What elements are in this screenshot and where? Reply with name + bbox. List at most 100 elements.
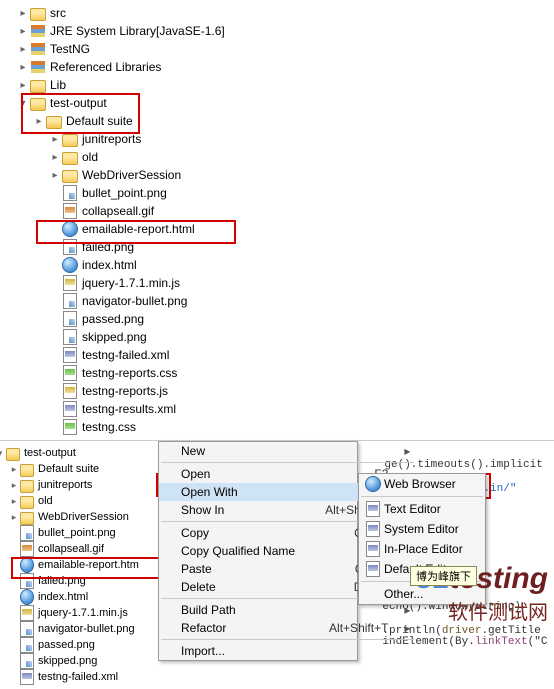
tree-item[interactable]: ·emailable-report.html (0, 220, 554, 238)
tree-label: index.html (37, 591, 88, 603)
tree-item[interactable]: ·testng-failed.xml (0, 346, 554, 364)
context-menu[interactable]: New▸OpenF3Open With▸Show InAlt+Shift+W▸C… (158, 441, 358, 661)
tree-item[interactable]: ·testng-results.xml (0, 400, 554, 418)
tree-item[interactable]: ·collapseall.gif (0, 541, 139, 557)
bottom-panel: ▾test-output▸Default suite▸junitreports▸… (0, 440, 554, 639)
tree-label: testng-reports.css (81, 366, 177, 380)
tree-item[interactable]: ·collapseall.gif (0, 202, 554, 220)
project-tree-bottom[interactable]: ▾test-output▸Default suite▸junitreports▸… (0, 441, 139, 689)
menu-separator (361, 496, 483, 497)
tree-item[interactable]: ·passed.png (0, 637, 139, 653)
submenu-item[interactable]: Other... (359, 584, 485, 604)
library-icon (30, 41, 46, 57)
expand-arrow[interactable]: ▸ (48, 134, 62, 145)
folder-closed-icon (20, 510, 34, 524)
library-icon (30, 59, 46, 75)
menu-item[interactable]: Import... (159, 642, 416, 660)
tree-item[interactable]: ▸ junitreports (0, 477, 139, 493)
folder-closed-icon (30, 5, 46, 21)
expand-arrow[interactable]: ▸ (8, 464, 20, 475)
tree-label: Default suite (65, 114, 133, 128)
tree-item[interactable]: ·bullet_point.png (0, 184, 554, 202)
tree-item[interactable]: ▸junitreports (0, 130, 554, 148)
expand-arrow[interactable]: ▾ (16, 98, 30, 109)
tree-item[interactable]: ▸ src (0, 4, 554, 22)
submenu-label: Text Editor (384, 502, 441, 516)
tree-item[interactable]: ▸Default suite (0, 461, 139, 477)
tree-label: collapseall.gif (37, 543, 104, 555)
tree-item[interactable]: ▸ Default suite (0, 112, 554, 130)
file-css-icon (62, 419, 78, 435)
expand-arrow[interactable]: ▸ (16, 26, 30, 37)
file-gif-icon (62, 203, 78, 219)
tree-item[interactable]: ·skipped.png (0, 653, 139, 669)
browser-icon (62, 221, 78, 237)
tree-item[interactable]: ·testng.css (0, 418, 554, 436)
menu-label: Refactor (159, 619, 315, 637)
menu-label: Open (159, 465, 315, 483)
tree-item[interactable]: ▸WebDriverSession (0, 509, 139, 525)
tree-item[interactable]: ·passed.png (0, 310, 554, 328)
tree-item[interactable]: ·failed.png (0, 573, 139, 589)
file-img-icon (20, 638, 34, 652)
submenu-item[interactable]: In-Place Editor (359, 539, 485, 559)
file-xml-icon (62, 401, 78, 417)
menu-label: Import... (159, 642, 315, 660)
tree-item[interactable]: ·navigator-bullet.png (0, 621, 139, 637)
tree-label: test-output (49, 96, 107, 110)
tree-label: index.html (81, 258, 137, 272)
tree-item[interactable]: ·testng-reports.js (0, 382, 554, 400)
tree-item[interactable]: ▸TestNG (0, 40, 554, 58)
library-icon (30, 23, 46, 39)
tree-item[interactable]: ·emailable-report.htm (0, 557, 139, 573)
menu-item[interactable]: RefactorAlt+Shift+T▸ (159, 619, 416, 637)
expand-arrow[interactable]: ▸ (8, 496, 20, 507)
tree-item[interactable]: ·testng-reports.css (0, 364, 554, 382)
tree-item[interactable]: ·navigator-bullet.png (0, 292, 554, 310)
menu-label: Copy (159, 524, 315, 542)
tree-label: junitreports (37, 479, 92, 491)
menu-label: Paste (159, 560, 315, 578)
expand-arrow[interactable]: ▸ (16, 80, 30, 91)
file-img-icon (62, 185, 78, 201)
expand-arrow[interactable]: ▸ (16, 44, 30, 55)
file-img-icon (62, 239, 78, 255)
tree-item[interactable]: ·index.html (0, 256, 554, 274)
tree-label: testng-results.xml (81, 402, 176, 416)
tree-item[interactable]: ·jquery-1.7.1.min.js (0, 605, 139, 621)
tree-item[interactable]: ·index.html (0, 589, 139, 605)
menu-arrow: ▸ (404, 442, 416, 460)
tree-item[interactable]: ·testng-failed.xml (0, 669, 139, 685)
tree-label: Referenced Libraries (49, 60, 161, 74)
project-tree-top[interactable]: ▸ src ▸JRE System Library [JavaSE-1.6]▸Tes… (0, 0, 554, 440)
tree-item[interactable]: ▸JRE System Library [JavaSE-1.6] (0, 22, 554, 40)
expand-arrow[interactable]: ▸ (8, 512, 20, 523)
menu-label: Delete (159, 578, 315, 596)
expand-arrow[interactable]: ▸ (16, 62, 30, 73)
tree-item[interactable]: ▾ test-output (0, 94, 554, 112)
tree-label: src (49, 6, 66, 20)
submenu-item[interactable]: Text Editor (359, 499, 485, 519)
tree-item[interactable]: ▸old (0, 493, 139, 509)
expand-arrow[interactable]: ▸ (48, 170, 62, 181)
expand-arrow[interactable]: ▸ (48, 152, 62, 163)
submenu-item[interactable]: Web Browser (359, 474, 485, 494)
file-img-icon (20, 526, 34, 540)
tooltip-bowei: 博为峰旗下 (410, 566, 477, 586)
tree-item[interactable]: ·jquery-1.7.1.min.js (0, 274, 554, 292)
submenu-item[interactable]: System Editor (359, 519, 485, 539)
tree-item[interactable]: ▾test-output (0, 445, 139, 461)
tree-label: testng-reports.js (81, 384, 168, 398)
tree-item[interactable]: ·skipped.png (0, 328, 554, 346)
tree-item[interactable]: ▸old (0, 148, 554, 166)
tree-label: emailable-report.htm (37, 559, 139, 571)
tree-item[interactable]: ▸ Referenced Libraries (0, 58, 554, 76)
tree-item[interactable]: ▸Lib (0, 76, 554, 94)
expand-arrow[interactable]: ▸ (32, 116, 46, 127)
menu-item[interactable]: New▸ (159, 442, 416, 460)
tree-item[interactable]: ·bullet_point.png (0, 525, 139, 541)
tree-item[interactable]: ·failed.png (0, 238, 554, 256)
expand-arrow[interactable]: ▸ (8, 480, 20, 491)
expand-arrow[interactable]: ▸ (16, 8, 30, 19)
tree-item[interactable]: ▸WebDriverSession (0, 166, 554, 184)
